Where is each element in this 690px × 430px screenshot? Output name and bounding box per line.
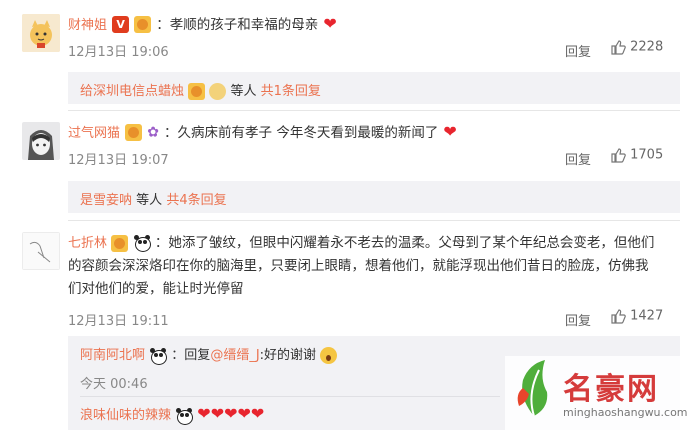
comment-time: 12月13日 19:06	[68, 45, 169, 60]
panda-emoji-icon	[133, 235, 151, 252]
thumbs-up-icon	[611, 148, 626, 163]
avatar[interactable]	[22, 14, 60, 52]
comment-text-line: ：她添了皱纹，但眼中闪耀着永不老去的温柔。父母到了某个年纪总会变老，但他们	[154, 235, 655, 251]
like-count: 1427	[630, 308, 664, 324]
member-crown-icon	[111, 234, 129, 252]
like-button[interactable]: 2228	[610, 39, 663, 55]
member-crown-icon	[134, 16, 152, 33]
avatar[interactable]	[22, 232, 60, 270]
cat-avatar-icon	[22, 14, 60, 52]
flower-badge-icon: ✿	[147, 124, 159, 141]
reply-button[interactable]: 回复	[565, 310, 591, 329]
divider	[68, 110, 680, 111]
avatar[interactable]	[22, 122, 60, 160]
reply-text-suffix: :好的谢谢	[259, 348, 317, 363]
username-link[interactable]: 浪味仙味的辣辣	[80, 408, 171, 423]
heart-emoji-icon: ❤	[443, 122, 457, 141]
sub-reply: 浪味仙味的辣辣 ❤❤❤❤❤	[80, 404, 265, 425]
comment-time: 12月13日 19:07	[68, 153, 169, 168]
like-count: 1705	[630, 147, 664, 163]
username-link[interactable]: 财神姐	[68, 18, 107, 33]
like-button[interactable]: 1427	[610, 308, 663, 324]
like-count: 2228	[630, 39, 664, 55]
comment-text: ：孝顺的孩子和幸福的母亲	[156, 17, 319, 33]
sub-replies-summary[interactable]: 是雪妾呐 等人 共4条回复	[68, 181, 680, 213]
reply-count-link[interactable]: 共1条回复	[261, 84, 321, 99]
divider	[68, 220, 680, 221]
reply-text-prefix: ：回复	[171, 348, 211, 363]
reply-count-link[interactable]: 共4条回复	[166, 193, 226, 208]
heart-emoji-icon: ❤	[323, 14, 337, 33]
watermark: 名豪网 minghaoshangwu.com	[505, 356, 690, 430]
comment-header: 财神姐 V ：孝顺的孩子和幸福的母亲 ❤	[68, 13, 337, 33]
others-text: 等人	[230, 84, 257, 99]
reply-button[interactable]: 回复	[565, 149, 591, 168]
anime-avatar-icon	[22, 122, 60, 160]
reply-time: 今天 00:46	[80, 377, 148, 392]
sub-reply: 阿南阿北啊 ：回复@缙缙_J:好的谢谢	[80, 344, 338, 365]
replier-name[interactable]: 给深圳电信点蜡烛	[80, 84, 184, 99]
others-text: 等人	[136, 193, 163, 208]
comment-text-line: 们对他们的爱，能让时光停留	[68, 281, 244, 297]
username-link[interactable]: 过气网猫	[68, 126, 120, 141]
replier-name[interactable]: 是雪妾呐	[80, 193, 132, 208]
mention-link[interactable]: @缙缙_J	[210, 348, 259, 363]
face-emoji-icon	[209, 83, 227, 100]
member-crown-icon	[125, 124, 143, 141]
comment-body: 七折林 ：她添了皱纹，但眼中闪耀着永不老去的温柔。父母到了某个年纪总会变老，但他…	[68, 232, 654, 301]
panda-emoji-icon	[149, 347, 168, 365]
username-link[interactable]: 阿南阿北啊	[80, 348, 145, 363]
member-crown-icon	[188, 83, 206, 100]
comment-text-line: 的容颜会深深烙印在你的脑海里，只要闭上眼睛，想着他们，就能浮现出他们昔日的脸庞，…	[68, 258, 649, 274]
heart-emoji-icon: ❤❤❤❤❤	[197, 404, 265, 423]
shocked-emoji-icon	[320, 347, 338, 364]
panda-emoji-icon	[175, 407, 194, 425]
sketch-avatar-icon	[22, 232, 60, 270]
verified-badge-icon: V	[112, 16, 130, 33]
reply-button[interactable]: 回复	[565, 41, 591, 60]
comment-time: 12月13日 19:11	[68, 314, 169, 329]
watermark-url: minghaoshangwu.com	[563, 406, 688, 419]
sub-replies-summary[interactable]: 给深圳电信点蜡烛 等人 共1条回复	[68, 72, 680, 104]
thumbs-up-icon	[611, 40, 626, 55]
comment-header: 过气网猫 ✿ ：久病床前有孝子 今年冬天看到最暖的新闻了 ❤	[68, 121, 457, 141]
username-link[interactable]: 七折林	[68, 236, 107, 251]
thumbs-up-icon	[611, 309, 626, 324]
leaf-logo-icon	[517, 360, 548, 417]
sub-reply-divider	[80, 396, 500, 397]
watermark-brand: 名豪网	[563, 372, 659, 407]
like-button[interactable]: 1705	[610, 147, 663, 163]
comment-text: ：久病床前有孝子 今年冬天看到最暖的新闻了	[164, 125, 439, 141]
